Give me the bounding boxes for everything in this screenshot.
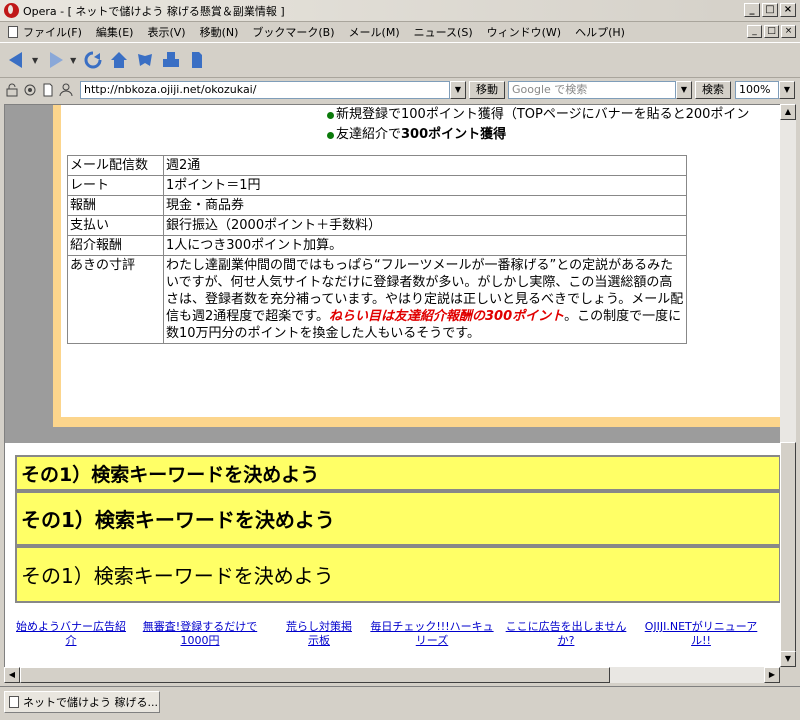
back-dropdown-icon[interactable]: ▼ [32,56,38,65]
bullet-icon [327,111,334,119]
table-value: わたし達副業仲間の間ではもっぱら“フルーツメールが一番稼げる”との定説があるみた… [163,255,687,344]
section-heading: その1）検索キーワードを決めよう [15,546,780,603]
document-icon [8,26,18,38]
bullet-icon [327,131,334,139]
cookie-icon[interactable] [22,82,38,98]
forward-dropdown-icon[interactable]: ▼ [70,56,76,65]
title-bar: Opera - [ ネットで儲けよう 稼げる懸賞＆副業情報 ] _ □ × [0,0,800,22]
table-value: 現金・商品券 [163,195,687,216]
scroll-right-icon[interactable]: ▶ [764,667,780,683]
table-value: 1ポイント＝1円 [163,175,687,196]
address-dropdown-icon[interactable]: ▼ [450,81,466,99]
tab-title: ネットで儲けよう 稼げる... [23,696,158,709]
doc-close-button[interactable]: × [781,25,796,38]
menu-window[interactable]: ウィンドウ(W) [487,24,561,40]
user-icon[interactable] [58,82,74,98]
info-table: メール配信数 週2通 レート 1ポイント＝1円 報酬 現金・商品券 支払い 銀行… [67,155,687,344]
footer-link[interactable]: 始めようバナー広告紹介 [15,620,127,648]
table-key: メール配信数 [67,155,164,176]
footer-link[interactable]: OJIJI.NETがリニューアル!! [635,620,767,648]
window-title: Opera - [ ネットで儲けよう 稼げる懸賞＆副業情報 ] [23,4,285,18]
search-input[interactable]: Google で検索 [508,81,676,99]
footer-link[interactable]: ここに広告を出しませんか? [505,620,627,648]
tab-bar: ネットで儲けよう 稼げる... [0,686,800,720]
footer-link[interactable]: 荒らし対策掲示板 [281,620,357,648]
table-row: 紹介報酬 1人につき300ポイント加算。 [67,235,687,256]
maximize-button[interactable]: □ [762,3,778,17]
table-row: 支払い 銀行振込（2000ポイント＋手数料） [67,215,687,236]
go-button[interactable]: 移動 [469,81,505,99]
footer-links: 始めようバナー広告紹介 無審査!登録するだけで1000円 荒らし対策掲示板 毎日… [15,620,780,648]
table-value: 週2通 [163,155,687,176]
bullet-text: 友達紹介で [336,127,402,142]
table-key: 紹介報酬 [67,235,164,256]
page-viewport: 新規登録で100ポイント獲得（TOPページにバナーを貼ると200ポイン 友達紹介… [4,104,780,667]
section-heading: その1）検索キーワードを決めよう [15,455,780,491]
document-icon[interactable] [186,49,208,71]
table-key: 報酬 [67,195,164,216]
footer-link[interactable]: 毎日チェック!!!ハーキュリーズ [365,620,499,648]
section-heading: その1）検索キーワードを決めよう [15,491,780,546]
menu-navigate[interactable]: 移動(N) [200,24,239,40]
reload-icon[interactable] [82,49,104,71]
window-controls: _ □ × [744,3,796,17]
vertical-scroll-thumb[interactable] [780,442,796,654]
address-input[interactable]: http://nbkoza.ojiji.net/okozukai/ [80,81,450,99]
scroll-left-icon[interactable]: ◀ [4,667,20,683]
table-key: 支払い [67,215,164,236]
security-icon[interactable] [4,82,20,98]
search-engine-dropdown-icon[interactable]: ▼ [676,81,692,99]
bullet-bold-text: 300ポイント獲得 [401,127,507,142]
horizontal-scrollbar[interactable]: ◀ ▶ [4,667,780,683]
table-row: レート 1ポイント＝1円 [67,175,687,196]
vertical-scrollbar[interactable]: ▲ ▼ [780,104,796,667]
close-button[interactable]: × [780,3,796,17]
menu-view[interactable]: 表示(V) [147,24,185,40]
menu-bar: ファイル(F) 編集(E) 表示(V) 移動(N) ブックマーク(B) メール(… [0,22,800,42]
address-bar: http://nbkoza.ojiji.net/okozukai/ ▼ 移動 G… [0,79,800,101]
forward-icon[interactable] [44,49,66,71]
menu-mail[interactable]: メール(M) [349,24,400,40]
back-icon[interactable] [6,49,28,71]
page-icon[interactable] [40,82,56,98]
doc-restore-button[interactable]: □ [764,25,779,38]
list-item: 友達紹介で 300ポイント獲得 [327,125,749,145]
menu-news[interactable]: ニュース(S) [414,24,473,40]
minimize-button[interactable]: _ [744,3,760,17]
document-window-controls: _ □ × [747,25,796,38]
opera-logo-icon [4,3,19,18]
scroll-down-icon[interactable]: ▼ [780,651,796,667]
print-icon[interactable] [160,49,182,71]
hotlist-icon[interactable] [134,49,156,71]
table-row: メール配信数 週2通 [67,155,687,176]
table-key: レート [67,175,164,196]
zoom-dropdown-icon[interactable]: ▼ [779,81,795,99]
horizontal-scroll-thumb[interactable] [20,667,610,683]
menu-edit[interactable]: 編集(E) [96,24,134,40]
feature-list: 新規登録で100ポイント獲得（TOPページにバナーを貼ると200ポイン 友達紹介… [327,105,749,145]
menu-bookmarks[interactable]: ブックマーク(B) [252,24,334,40]
table-row: あきの寸評 わたし達副業仲間の間ではもっぱら“フルーツメールが一番稼げる”との定… [67,255,687,344]
menu-file[interactable]: ファイル(F) [23,24,82,40]
bullet-text: 新規登録で100ポイント獲得（TOPページにバナーを貼ると200ポイン [336,107,750,122]
doc-minimize-button[interactable]: _ [747,25,762,38]
table-value: 1人につき300ポイント加算。 [163,235,687,256]
footer-link[interactable]: 無審査!登録するだけで1000円 [135,620,265,648]
table-value: 銀行振込（2000ポイント＋手数料） [163,215,687,236]
review-highlight: ねらい目は友達紹介報酬の300ポイント [328,309,565,324]
page-tab[interactable]: ネットで儲けよう 稼げる... [4,691,160,713]
table-row: 報酬 現金・商品券 [67,195,687,216]
table-key: あきの寸評 [67,255,164,344]
home-icon[interactable] [108,49,130,71]
page-icon [9,696,19,708]
list-item: 新規登録で100ポイント獲得（TOPページにバナーを貼ると200ポイン [327,105,749,125]
navigation-toolbar: ▼ ▼ [0,42,800,78]
menu-help[interactable]: ヘルプ(H) [575,24,625,40]
scroll-up-icon[interactable]: ▲ [780,104,796,120]
search-button[interactable]: 検索 [695,81,731,99]
zoom-field[interactable]: 100% [735,81,779,99]
